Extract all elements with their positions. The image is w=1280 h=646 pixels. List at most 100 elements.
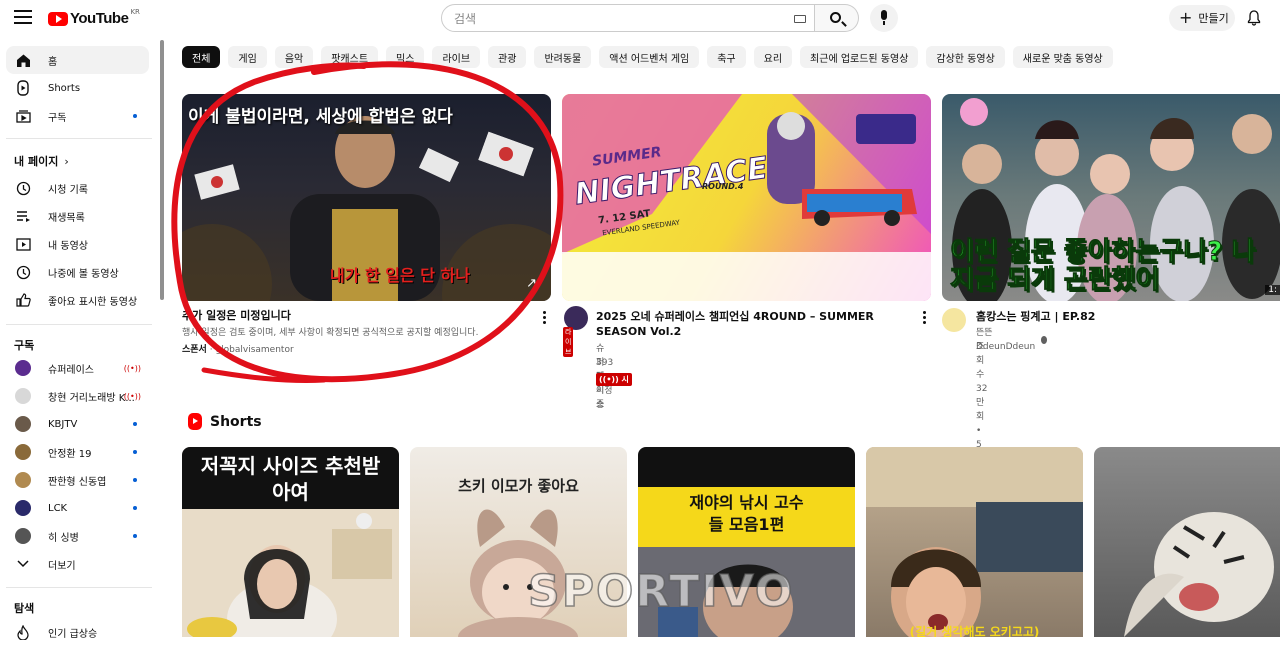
more-actions-icon[interactable] <box>543 311 547 325</box>
sidebar-item-label: 안정환 19 <box>48 448 92 460</box>
chip-tourism[interactable]: 관광 <box>488 46 527 68</box>
sidebar-item-playlists[interactable]: 재생목록 <box>6 202 149 230</box>
sidebar-sub-shin[interactable]: 짠한형 신동엽 <box>6 466 149 494</box>
channel-avatar-slot <box>15 500 31 516</box>
notifications-bell-icon[interactable] <box>1247 10 1261 26</box>
sidebar-item-your-videos[interactable]: 내 동영상 <box>6 230 149 258</box>
short-art <box>1124 512 1274 637</box>
live-broadcast-icon: ((•)) <box>123 391 141 401</box>
short-caption: 츠키 이모가 좋아요 <box>458 477 579 495</box>
video-title[interactable]: 홈캉스는 핑계고 | EP.82 <box>976 309 1276 324</box>
sidebar-sub-lck[interactable]: LCK <box>6 494 149 522</box>
history-icon <box>15 180 31 196</box>
sidebar-sub-karaoke[interactable]: 창현 거리노래방 K... ((•)) <box>6 382 149 410</box>
sponsor-line: 스폰서 · globalvisamentor <box>182 343 294 357</box>
thumbnail-caption: 이런 질문 좋아하는구나? 나 지금 되게 곤란했어 <box>950 237 1256 295</box>
shorts-icon <box>15 80 31 96</box>
sidebar-item-trending[interactable]: 인기 급상승 <box>6 618 149 646</box>
chip-all[interactable]: 전체 <box>182 46 221 68</box>
sidebar-item-label: 재생목록 <box>48 212 85 224</box>
keyboard-icon[interactable] <box>794 15 806 23</box>
short-card[interactable] <box>1094 447 1280 637</box>
search-input[interactable]: 검색 <box>441 4 815 32</box>
thumbnail-subline: 내가 한 일은 단 하나 <box>330 266 471 285</box>
hamburger-menu-icon[interactable] <box>14 10 32 26</box>
external-link-icon[interactable]: ↗ <box>526 276 537 291</box>
more-actions-icon[interactable] <box>923 311 927 325</box>
voice-search-icon[interactable] <box>870 4 898 32</box>
subscriptions-icon <box>15 108 31 124</box>
youtube-logo[interactable]: YouTube KR <box>48 8 140 27</box>
short-caption: 재야의 낚시 고수들 모음1편 <box>689 493 804 534</box>
scrollbar-thumb[interactable] <box>160 40 164 300</box>
sidebar-item-label: 시청 기록 <box>48 184 88 196</box>
channel-avatar-slot <box>15 444 31 460</box>
you-section-heading[interactable]: 내 페이지 › <box>14 153 69 169</box>
watermark-text: SPORTIVO <box>527 565 795 618</box>
sidebar-item-label: 창현 거리노래방 K... <box>48 392 135 404</box>
avatar <box>15 416 31 432</box>
new-content-dot <box>133 422 137 426</box>
video-title[interactable]: 2025 오네 슈퍼레이스 챔피언십 4ROUND – SUMMER SEASO… <box>596 309 911 339</box>
sidebar-item-watch-later[interactable]: 나중에 볼 동영상 <box>6 258 149 286</box>
short-card[interactable]: 저꼭지 사이즈 추천받아여 <box>182 447 399 637</box>
chip-soccer[interactable]: 축구 <box>707 46 746 68</box>
video-duration: 1: <box>1265 285 1280 295</box>
short-art <box>866 447 1083 637</box>
new-content-dot <box>133 534 137 538</box>
sidebar-item-label: 내 동영상 <box>48 240 88 252</box>
channel-avatar-slot <box>15 472 31 488</box>
search-icon <box>830 12 841 23</box>
sidebar-sub-superrace[interactable]: 슈퍼레이스 ((•)) <box>6 354 149 382</box>
sidebar-scrollbar[interactable] <box>160 40 164 637</box>
playlists-icon <box>15 208 31 224</box>
chip-mixes[interactable]: 믹스 <box>386 46 425 68</box>
chip-music[interactable]: 음악 <box>274 46 314 68</box>
video-thumbnail[interactable]: 이게 불법이라면, 세상에 합법은 없다 내가 한 일은 단 하나 ↗ <box>182 94 551 301</box>
video-title[interactable]: 추가 일정은 미정입니다 <box>182 308 522 323</box>
avatar <box>15 444 31 460</box>
sidebar: 홈 Shorts 구독 내 페이지 › 시청 기록 재생목록 내 동영상 나중에… <box>0 40 158 640</box>
sidebar-sub-channel[interactable]: 히 싱병 <box>6 522 149 550</box>
new-content-dot <box>133 478 137 482</box>
watch-later-icon <box>15 264 31 280</box>
sidebar-item-history[interactable]: 시청 기록 <box>6 174 149 202</box>
chip-recently-uploaded[interactable]: 최근에 업로드된 동영상 <box>800 46 919 68</box>
channel-avatar[interactable] <box>942 308 966 332</box>
create-button[interactable]: + 만들기 <box>1169 5 1235 31</box>
chip-podcasts[interactable]: 팟캐스트 <box>321 46 379 68</box>
chip-games[interactable]: 게임 <box>228 46 267 68</box>
divider <box>6 324 152 325</box>
short-card[interactable]: (길거 생각해도 오키고고) <box>866 447 1083 637</box>
sidebar-sub-kbjtv[interactable]: KBJTV <box>6 410 149 438</box>
new-content-dot <box>133 450 137 454</box>
video-thumbnail[interactable]: 이런 질문 좋아하는구나? 나 지금 되게 곤란했어 1: <box>942 94 1280 301</box>
sidebar-item-subscriptions[interactable]: 구독 <box>6 102 149 130</box>
chevron-right-icon: › <box>64 154 69 168</box>
chip-live[interactable]: 라이브 <box>432 46 481 68</box>
live-badge: ((•)) 실시간 <box>596 364 632 395</box>
sidebar-show-more[interactable]: 더보기 <box>6 550 149 578</box>
chip-action-adventure[interactable]: 액션 어드벤처 게임 <box>599 46 700 68</box>
chip-pets[interactable]: 반려동물 <box>534 46 592 68</box>
thumbnail-round: ROUND.4 <box>702 182 744 191</box>
trending-icon <box>15 624 31 640</box>
video-thumbnail[interactable]: SUMMER NIGHTRACE ROUND.4 7. 12 SAT EVERL… <box>562 94 931 301</box>
subscriptions-heading: 구독 <box>14 339 35 352</box>
advertiser-name[interactable]: globalvisamentor <box>215 345 293 355</box>
sidebar-item-home[interactable]: 홈 <box>6 46 149 74</box>
sidebar-sub-ahn[interactable]: 안정환 19 <box>6 438 149 466</box>
short-caption: 저꼭지 사이즈 추천받아여 <box>200 454 381 504</box>
live-broadcast-icon: ((•)) <box>599 375 619 384</box>
chip-cooking[interactable]: 요리 <box>753 46 793 68</box>
sidebar-item-label: 히 싱병 <box>48 532 79 544</box>
new-content-dot <box>133 114 137 118</box>
channel-avatar-slot <box>15 360 31 376</box>
search-button[interactable] <box>815 4 859 32</box>
plus-icon: + <box>1179 8 1193 27</box>
sidebar-item-shorts[interactable]: Shorts <box>6 74 149 102</box>
sidebar-item-liked[interactable]: 좋아요 표시한 동영상 <box>6 286 149 314</box>
sidebar-item-label: 더보기 <box>48 560 76 572</box>
chip-watched[interactable]: 감상한 동영상 <box>926 46 1005 68</box>
chip-new-to-you[interactable]: 새로운 맞춤 동영상 <box>1012 46 1113 68</box>
